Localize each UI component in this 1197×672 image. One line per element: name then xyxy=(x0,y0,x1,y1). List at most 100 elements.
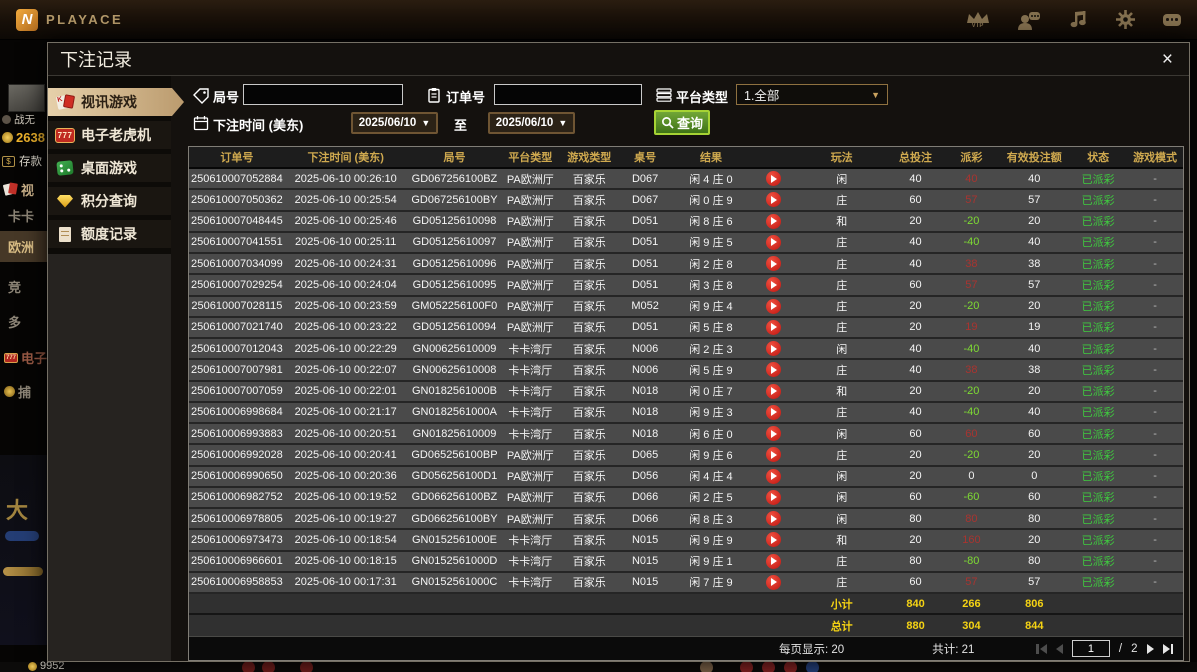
cell-bet: 40 xyxy=(909,236,922,249)
cell-platform: PA欧洲厅 xyxy=(506,471,554,484)
cell-table_no: N018 xyxy=(631,385,659,398)
total-label: 总计 xyxy=(830,620,853,633)
cell-status: 已派彩 xyxy=(1081,513,1115,526)
empty-cell xyxy=(285,615,407,636)
cell-bet: 20 xyxy=(909,385,922,398)
sidebar-item-3[interactable]: 积分查询 xyxy=(48,187,171,215)
messages-icon[interactable] xyxy=(1017,10,1041,30)
cell-valid: 57 xyxy=(1028,193,1041,206)
play-video-button[interactable] xyxy=(766,319,782,335)
sidebar-item-1[interactable]: 777 电子老虎机 xyxy=(48,121,171,149)
round-input[interactable] xyxy=(243,84,403,105)
cell-result: 闲 2 庄 8 xyxy=(689,258,733,271)
close-icon[interactable]: × xyxy=(1162,50,1173,69)
pagination-controls: 1 / 2 xyxy=(1036,640,1173,657)
bg-nav-fishing: 捕 xyxy=(4,382,31,401)
cell-time: 2025-06-10 00:22:29 xyxy=(294,342,397,355)
play-video-button[interactable] xyxy=(766,553,782,569)
next-page-icon[interactable] xyxy=(1146,643,1154,654)
cell-result: 闲 6 庄 0 xyxy=(689,428,733,441)
date-to-picker[interactable]: 2025/06/10 ▼ xyxy=(488,112,575,134)
settings-icon[interactable] xyxy=(1115,9,1136,30)
cell-payout: 40 xyxy=(965,172,978,185)
play-video-button[interactable] xyxy=(766,532,782,548)
play-video-button[interactable] xyxy=(766,511,782,527)
cell-bet_type: 和 xyxy=(836,386,848,399)
cell-bet: 80 xyxy=(909,512,922,525)
empty-cell xyxy=(752,594,796,613)
play-video-button[interactable] xyxy=(766,192,782,208)
play-video-button[interactable] xyxy=(766,234,782,250)
order-input[interactable] xyxy=(494,84,642,105)
cell-status: 已派彩 xyxy=(1081,407,1115,420)
play-video-button[interactable] xyxy=(766,468,782,484)
cell-valid: 57 xyxy=(1028,576,1041,589)
music-icon[interactable] xyxy=(1068,10,1088,30)
cell-bet_type: 闲 xyxy=(836,513,848,526)
total-bet: 880 xyxy=(906,619,925,632)
replay-cell xyxy=(752,467,796,486)
chat-icon[interactable] xyxy=(1163,13,1181,26)
platform-type-select[interactable]: 1.全部 ▼ xyxy=(736,84,888,105)
table-row: 250610006982752 2025-06-10 00:19:52 GD0662… xyxy=(189,487,1183,509)
cell-order: 250610006958853 xyxy=(191,576,283,589)
cell-time: 2025-06-10 00:24:31 xyxy=(294,257,397,270)
cell-time: 2025-06-10 00:25:11 xyxy=(295,236,397,249)
search-button[interactable]: 查询 xyxy=(654,110,710,135)
cell-status: 已派彩 xyxy=(1081,343,1115,356)
cell-game: 百家乐 xyxy=(572,194,606,207)
cell-time: 2025-06-10 00:20:51 xyxy=(294,427,397,440)
playace-logo-icon: N xyxy=(16,8,38,31)
sidebar-item-0[interactable]: K 视讯游戏 xyxy=(48,88,184,116)
cell-table_no: N018 xyxy=(631,406,659,419)
sidebar-item-4[interactable]: 额度记录 xyxy=(48,220,171,248)
total-valid: 844 xyxy=(1025,619,1044,632)
cell-game: 百家乐 xyxy=(572,513,606,526)
play-video-button[interactable] xyxy=(766,171,782,187)
play-video-button[interactable] xyxy=(766,447,782,463)
cell-result: 闲 8 庄 6 xyxy=(689,216,733,229)
filters: 局号 订单号 平台类型 1.全部 ▼ 下注时间 (美东) 2025/06/10 … xyxy=(188,76,1184,146)
play-video-button[interactable] xyxy=(766,341,782,357)
cell-mode: - xyxy=(1153,406,1157,419)
play-video-button[interactable] xyxy=(766,404,782,420)
column-header-1: 下注时间 (美东) xyxy=(307,152,384,164)
first-page-icon[interactable] xyxy=(1036,643,1047,654)
cell-bet: 40 xyxy=(909,406,922,419)
cell-result: 闲 3 庄 8 xyxy=(689,279,733,292)
play-video-button[interactable] xyxy=(766,298,782,314)
topbar-icons: VIP xyxy=(966,9,1181,30)
prev-page-icon[interactable] xyxy=(1055,643,1063,654)
empty-cell xyxy=(1127,615,1183,636)
sidebar-item-label: 电子老虎机 xyxy=(81,127,151,143)
cell-table_no: N015 xyxy=(631,576,659,589)
replay-cell xyxy=(752,488,796,507)
cell-table_no: D066 xyxy=(631,491,659,504)
play-video-button[interactable] xyxy=(766,489,782,505)
subtotal-row: 小计 840 266 806 xyxy=(189,594,1183,615)
play-video-button[interactable] xyxy=(766,213,782,229)
last-page-icon[interactable] xyxy=(1162,643,1173,654)
cell-order: 250610006982752 xyxy=(191,491,283,504)
cell-game: 百家乐 xyxy=(572,577,606,590)
play-video-button[interactable] xyxy=(766,383,782,399)
play-video-button[interactable] xyxy=(766,362,782,378)
page-number-input[interactable]: 1 xyxy=(1071,640,1110,657)
cell-mode: - xyxy=(1153,236,1157,249)
play-video-button[interactable] xyxy=(766,426,782,442)
sidebar-item-2[interactable]: 桌面游戏 xyxy=(48,154,171,182)
vip-icon[interactable]: VIP xyxy=(966,11,990,29)
empty-cell xyxy=(558,594,620,613)
table-body: 250610007052884 2025-06-10 00:26:10 GD0672… xyxy=(189,169,1183,594)
order-label: 订单号 xyxy=(446,90,486,105)
play-video-button[interactable] xyxy=(766,256,782,272)
replay-cell xyxy=(752,573,796,592)
play-video-button[interactable] xyxy=(766,277,782,293)
bg-tab-video: 视 xyxy=(2,180,34,199)
total-count-label: 共计: 21 xyxy=(932,643,975,656)
date-from-picker[interactable]: 2025/06/10 ▼ xyxy=(351,112,438,134)
cell-mode: - xyxy=(1153,300,1157,313)
replay-cell xyxy=(752,275,796,294)
cell-table_no: N015 xyxy=(631,555,659,568)
play-video-button[interactable] xyxy=(766,574,782,590)
